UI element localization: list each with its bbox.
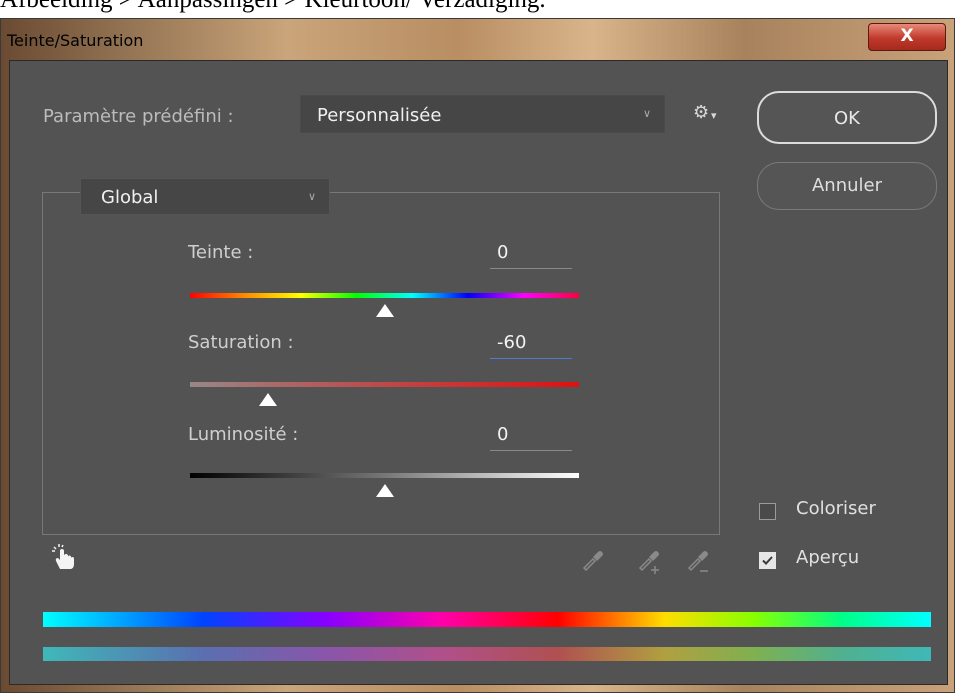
- saturation-value-input[interactable]: -60: [497, 332, 526, 353]
- channel-dropdown[interactable]: Global ∨: [80, 178, 330, 215]
- hue-slider-track[interactable]: [190, 293, 579, 298]
- hue-field-underline: [490, 268, 572, 269]
- output-color-spectrum-bar: [43, 647, 931, 661]
- hue-slider-thumb[interactable]: [375, 304, 394, 317]
- gear-icon[interactable]: ⚙: [693, 102, 709, 123]
- lightness-value-input[interactable]: 0: [497, 424, 508, 445]
- lightness-field-underline: [490, 450, 572, 451]
- hue-saturation-dialog: Teinte/Saturation X Paramètre prédéfini …: [0, 18, 955, 693]
- eyedropper-subtract-icon[interactable]: [686, 547, 712, 579]
- saturation-label: Saturation :: [188, 332, 294, 353]
- window-title: Teinte/Saturation: [7, 31, 144, 50]
- colorize-label: Coloriser: [796, 498, 876, 519]
- preset-dropdown[interactable]: Personnalisée ∨: [300, 95, 665, 133]
- preview-checkbox[interactable]: [759, 552, 776, 569]
- checkmark-icon: [762, 556, 773, 565]
- saturation-slider-track[interactable]: [190, 382, 579, 387]
- targeted-adjustment-hand-icon[interactable]: [50, 543, 76, 575]
- lightness-slider-track[interactable]: [190, 473, 579, 478]
- input-color-spectrum-bar: [43, 612, 931, 627]
- saturation-slider-thumb[interactable]: [258, 393, 277, 406]
- preset-value: Personnalisée: [317, 105, 442, 126]
- preview-label: Aperçu: [796, 547, 860, 568]
- lightness-label: Luminosité :: [188, 424, 299, 445]
- saturation-field-underline: [490, 358, 572, 359]
- cancel-button[interactable]: Annuler: [757, 162, 937, 210]
- colorize-checkbox[interactable]: [759, 503, 776, 520]
- hue-value-input[interactable]: 0: [497, 242, 508, 263]
- eyedropper-add-icon[interactable]: [637, 547, 663, 579]
- lightness-slider-thumb[interactable]: [375, 484, 394, 497]
- dialog-body: Paramètre prédéfini : Personnalisée ∨ ⚙ …: [9, 60, 948, 685]
- eyedropper-icon[interactable]: [581, 547, 605, 575]
- close-button[interactable]: X: [868, 23, 946, 51]
- hue-label: Teinte :: [188, 242, 254, 263]
- chevron-down-icon: ∨: [643, 107, 652, 120]
- chevron-down-icon: ▾: [711, 109, 717, 122]
- ok-button[interactable]: OK: [757, 91, 937, 144]
- preset-label: Paramètre prédéfini :: [43, 106, 234, 127]
- channel-value: Global: [101, 187, 159, 208]
- chevron-down-icon: ∨: [308, 190, 317, 203]
